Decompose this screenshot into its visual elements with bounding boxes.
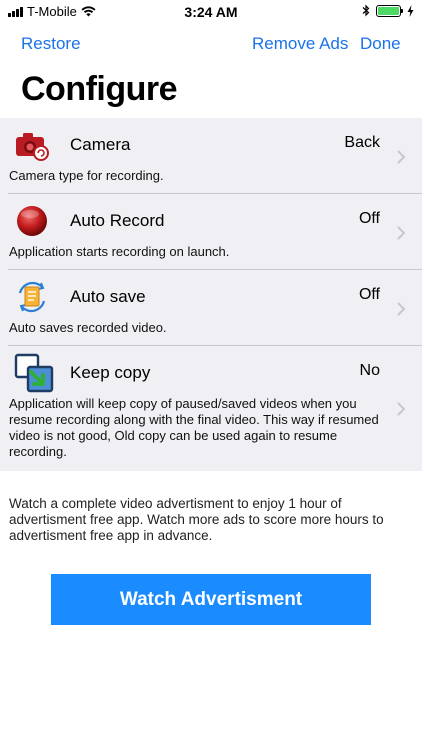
camera-icon [16,133,49,161]
chevron-right-icon [397,302,406,316]
settings-list: Camera Back Camera type for recording. A… [0,118,422,471]
battery-icon [376,4,403,17]
setting-value: No [359,362,380,379]
setting-row-camera[interactable]: Camera Back Camera type for recording. [0,118,422,194]
setting-description: Auto saves recorded video. [9,320,167,335]
bluetooth-icon [362,4,370,17]
setting-title: Auto save [70,287,146,306]
setting-row-keep-copy[interactable]: Keep copy No Application will keep copy … [0,346,422,471]
ad-info-text: Watch a complete video advertisment to e… [9,496,384,543]
setting-title: Camera [70,135,131,154]
status-time: 3:24 AM [184,4,238,20]
setting-row-auto-record[interactable]: Auto Record Off Application starts recor… [0,194,422,270]
setting-description: Camera type for recording. [9,168,164,183]
setting-description: Application starts recording on launch. [9,244,230,259]
remove-ads-button[interactable]: Remove Ads [252,34,348,54]
restore-button[interactable]: Restore [21,34,81,54]
status-right [362,4,414,17]
setting-title: Auto Record [70,211,165,230]
auto-save-icon [18,281,46,313]
watch-advertisment-button[interactable]: Watch Advertisment [51,574,371,625]
setting-description: Application will keep copy of paused/sav… [9,396,379,459]
record-icon [17,206,47,236]
chevron-right-icon [397,226,406,240]
setting-row-auto-save[interactable]: Auto save Off Auto saves recorded video. [0,270,422,346]
chevron-right-icon [397,150,406,164]
status-bar: T-Mobile 3:24 AM [0,0,422,24]
setting-value: Off [358,210,380,227]
setting-value: Back [344,134,380,151]
chevron-right-icon [397,402,406,416]
charging-bolt-icon [407,4,414,17]
setting-title: Keep copy [70,363,151,382]
setting-value: Off [358,286,380,303]
page-title: Configure [21,70,178,108]
done-button[interactable]: Done [360,34,401,54]
keep-copy-icon [14,353,54,393]
